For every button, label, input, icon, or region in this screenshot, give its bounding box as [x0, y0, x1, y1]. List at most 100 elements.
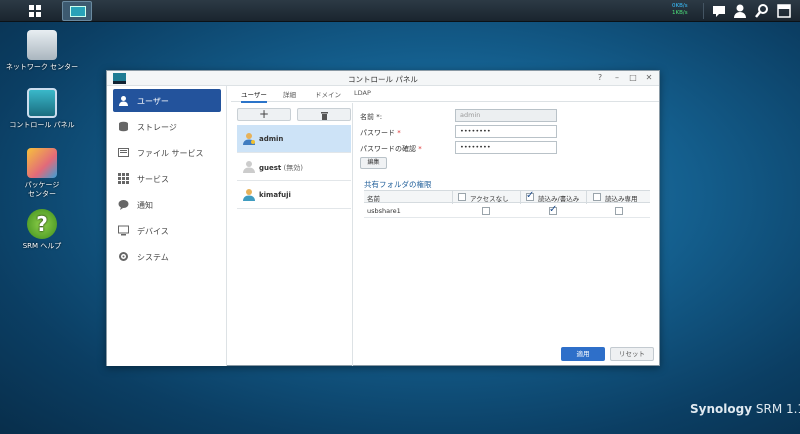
password-label: パスワード *: [360, 129, 401, 137]
sidebar-item-label: サービス: [137, 175, 169, 184]
desktop-srm-help[interactable]: ? SRM ヘルプ: [2, 209, 82, 251]
main-menu-icon[interactable]: [24, 3, 46, 19]
control-panel-icon: [27, 88, 57, 118]
desktop-network-center[interactable]: ネットワーク センター: [2, 30, 82, 72]
sidebar-item-label: デバイス: [137, 227, 169, 236]
window-title: コントロール パネル: [348, 75, 418, 84]
brand-logo: Synology SRM 1.1: [690, 402, 800, 416]
desktop-icon-label: SRM ヘルプ: [22, 242, 62, 250]
user-icon: [119, 96, 128, 106]
noaccess-all-checkbox[interactable]: [458, 193, 466, 201]
permissions-table-header: 名前 アクセスなし 読込み/書込み 読込み専用: [364, 190, 650, 204]
desktop-package-center[interactable]: パッケージ センター: [2, 148, 82, 199]
show-desktop-icon[interactable]: [776, 3, 792, 19]
sidebar-item-label: システム: [137, 253, 169, 262]
window-titlebar[interactable]: コントロール パネル ? – □ ✕: [107, 71, 659, 86]
file-services-icon: [118, 148, 129, 157]
disabled-user-icon: [243, 161, 255, 173]
tab-advanced[interactable]: 詳細: [283, 89, 296, 99]
column-header-noaccess: アクセスなし: [470, 195, 509, 203]
control-panel-window: コントロール パネル ? – □ ✕ ユーザー ストレージ ファイル サービス …: [106, 70, 660, 366]
user-row-guest[interactable]: guest (無効): [237, 153, 351, 181]
sidebar-item-label: ユーザー: [137, 97, 169, 106]
trash-icon: [320, 112, 328, 120]
password-field[interactable]: ••••••••: [455, 125, 557, 138]
devices-icon: [118, 225, 129, 236]
column-divider: [586, 191, 587, 204]
network-center-icon: [27, 30, 57, 60]
add-user-button[interactable]: +: [237, 108, 291, 121]
apply-button[interactable]: 適用: [561, 347, 605, 361]
desktop-icon-label: ネットワーク センター: [5, 63, 79, 71]
package-center-icon: [27, 148, 57, 178]
product-name: SRM 1.1: [755, 402, 800, 416]
brand-name: Synology: [690, 402, 753, 416]
user-list: + admin guest (無効) kimafuji: [231, 103, 353, 366]
reset-button[interactable]: リセット: [610, 347, 654, 361]
confirm-password-label: パスワードの確認 *: [360, 145, 422, 153]
download-speed: 1KB/s: [672, 10, 688, 16]
close-icon[interactable]: ✕: [644, 73, 654, 83]
notification-icon[interactable]: [711, 3, 727, 19]
name-label: 名前 *:: [360, 113, 383, 121]
column-header-rw: 読込み/書込み: [538, 195, 580, 203]
storage-icon: [119, 121, 128, 132]
column-divider: [520, 191, 521, 204]
shared-folder-permissions-title: 共有フォルダの権限: [364, 180, 432, 189]
admin-user-icon: [243, 133, 255, 145]
tab-domain[interactable]: ドメイン: [315, 89, 341, 99]
ro-all-checkbox[interactable]: [593, 193, 601, 201]
name-field[interactable]: admin: [455, 109, 557, 122]
edit-button[interactable]: 編集: [360, 157, 387, 169]
desktop-icon-label: コントロール パネル: [9, 121, 75, 129]
desktop-icon-label: パッケージ センター: [24, 181, 60, 198]
sidebar-item-user[interactable]: ユーザー: [113, 89, 221, 112]
column-header-ro: 読込み専用: [605, 195, 638, 203]
folder-name: usbshare1: [367, 207, 401, 215]
sidebar: ユーザー ストレージ ファイル サービス サービス 通知 デバイス システム: [107, 86, 227, 366]
user-row-kimafuji[interactable]: kimafuji: [237, 181, 351, 209]
user-name: admin: [259, 135, 284, 143]
minimize-icon[interactable]: –: [612, 73, 622, 83]
sidebar-item-storage[interactable]: ストレージ: [113, 115, 221, 138]
help-icon: ?: [27, 209, 57, 239]
services-icon: [118, 173, 129, 184]
ro-checkbox[interactable]: [615, 207, 623, 215]
network-speed: 0KB/s 1KB/s: [672, 3, 702, 17]
control-panel-icon: [70, 6, 86, 17]
noaccess-checkbox[interactable]: [482, 207, 490, 215]
help-icon[interactable]: ?: [595, 73, 605, 83]
column-header-name: 名前: [367, 195, 380, 203]
notification-icon: [118, 200, 129, 210]
user-icon: [243, 189, 255, 201]
upload-speed: 0KB/s: [672, 3, 688, 9]
user-name: kimafuji: [259, 191, 291, 199]
gear-icon: [119, 252, 128, 261]
sidebar-item-file-services[interactable]: ファイル サービス: [113, 141, 221, 164]
taskbar-control-panel-button[interactable]: [62, 1, 92, 21]
rw-all-checkbox[interactable]: [526, 190, 534, 201]
sidebar-item-system[interactable]: システム: [113, 245, 221, 268]
sidebar-item-notification[interactable]: 通知: [113, 193, 221, 216]
disabled-tag: (無効): [281, 164, 303, 172]
sidebar-item-services[interactable]: サービス: [113, 167, 221, 190]
user-row-admin[interactable]: admin: [237, 125, 351, 153]
sidebar-item-label: ストレージ: [137, 123, 177, 132]
column-divider: [452, 191, 453, 204]
sidebar-item-label: 通知: [137, 201, 153, 210]
sidebar-item-devices[interactable]: デバイス: [113, 219, 221, 242]
search-icon[interactable]: [754, 3, 770, 19]
desktop-control-panel[interactable]: コントロール パネル: [2, 88, 82, 130]
delete-user-button[interactable]: [297, 108, 351, 121]
maximize-icon[interactable]: □: [628, 73, 638, 83]
confirm-password-field[interactable]: ••••••••: [455, 141, 557, 154]
taskbar-separator: [703, 3, 704, 19]
user-name: guest (無効): [259, 164, 303, 172]
tab-bar: ユーザー 詳細 ドメイン LDAP: [231, 86, 659, 103]
rw-checkbox[interactable]: [549, 204, 557, 215]
user-icon[interactable]: [732, 3, 748, 19]
taskbar: 0KB/s 1KB/s: [0, 0, 800, 22]
tab-user[interactable]: ユーザー: [241, 89, 267, 103]
tab-ldap[interactable]: LDAP: [354, 89, 371, 97]
user-edit-form: 名前 *: admin パスワード * •••••••• パスワードの確認 * …: [360, 103, 660, 366]
